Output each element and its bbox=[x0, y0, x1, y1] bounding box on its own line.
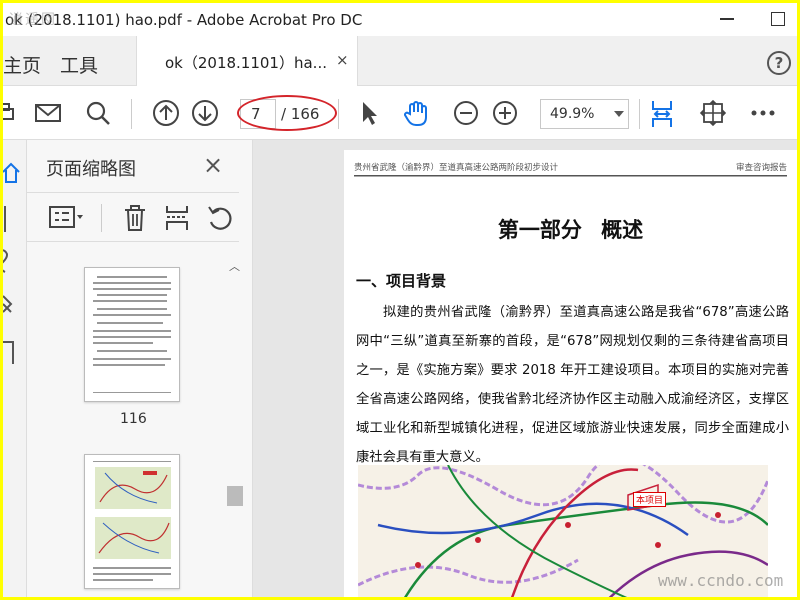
title-bar: ok (2018.1101) hao.pdf - Adobe Acrobat P… bbox=[3, 3, 797, 36]
help-icon[interactable]: ? bbox=[767, 51, 791, 75]
previous-page-icon[interactable] bbox=[152, 99, 180, 127]
extract-page-icon[interactable] bbox=[165, 204, 189, 236]
options-menu-icon[interactable] bbox=[49, 205, 85, 233]
section-title: 一、项目背景 bbox=[356, 272, 447, 290]
toolbar-separator bbox=[338, 99, 339, 129]
page-thumbnails-pane: 页面缩略图 × ︿ 116 bbox=[27, 140, 253, 597]
tab-document[interactable]: ok（2018.1101）ha... × bbox=[136, 36, 358, 86]
pane-title: 页面缩略图 bbox=[46, 159, 136, 180]
close-pane-icon[interactable]: × bbox=[203, 151, 223, 179]
zoom-in-icon[interactable] bbox=[491, 99, 519, 127]
next-page-icon[interactable] bbox=[191, 99, 219, 127]
page-header-left: 贵州省武隆（渝黔界）至道真高速公路两阶段初步设计 bbox=[354, 163, 559, 173]
body-paragraph: 拟建的贵州省武隆（渝黔界）至道真高速公路是我省“678”高速公路网中“三纵”道真… bbox=[356, 305, 789, 465]
app-window: ok (2018.1101) hao.pdf - Adobe Acrobat P… bbox=[3, 3, 797, 597]
annotation-ellipse bbox=[237, 95, 337, 131]
hand-tool-icon[interactable] bbox=[402, 99, 430, 127]
toolbar-separator bbox=[639, 99, 640, 129]
fit-page-icon[interactable] bbox=[699, 99, 727, 127]
thumbnail-page-number: 116 bbox=[120, 411, 147, 427]
watermark-bottom-right: www.ccndo.com bbox=[658, 571, 784, 590]
tab-document-label: ok（2018.1101）ha... bbox=[165, 54, 327, 72]
document-area: 贵州省武隆（渝黔界）至道真高速公路两阶段初步设计 审查咨询报告 第一部分 概述 … bbox=[253, 140, 797, 597]
zoom-out-icon[interactable] bbox=[452, 99, 480, 127]
window-title: ok (2018.1101) hao.pdf - Adobe Acrobat P… bbox=[5, 10, 363, 29]
delete-page-icon[interactable] bbox=[123, 204, 147, 236]
page-thumbnail[interactable] bbox=[84, 454, 180, 589]
more-options-icon[interactable] bbox=[749, 99, 777, 127]
toolbar-separator bbox=[131, 99, 132, 129]
tab-home[interactable]: 主页 bbox=[3, 51, 41, 78]
chevron-down-icon bbox=[614, 111, 624, 117]
rotate-page-icon[interactable] bbox=[207, 204, 233, 236]
tab-tools[interactable]: 工具 bbox=[60, 51, 98, 78]
scrollbar-thumb[interactable] bbox=[227, 486, 243, 506]
print-icon[interactable] bbox=[3, 99, 17, 127]
thumbnail-tools bbox=[27, 192, 239, 242]
pane-separator bbox=[101, 204, 102, 232]
pdf-page: 贵州省武隆（渝黔界）至道真高速公路两阶段初步设计 审查咨询报告 第一部分 概述 … bbox=[344, 150, 797, 597]
zoom-level-value: 49.9% bbox=[550, 106, 595, 122]
minimize-button[interactable] bbox=[715, 9, 739, 29]
email-icon[interactable] bbox=[34, 99, 62, 127]
layers-icon[interactable] bbox=[3, 295, 13, 313]
zoom-level-dropdown[interactable]: 49.9% bbox=[540, 99, 629, 129]
thumbnails-scrollbar[interactable]: ︿ bbox=[226, 250, 244, 597]
search-icon[interactable] bbox=[84, 99, 112, 127]
page-header-right: 审查咨询报告 bbox=[735, 163, 787, 173]
content-icon[interactable] bbox=[3, 341, 14, 364]
scroll-up-icon[interactable]: ︿ bbox=[229, 258, 240, 274]
header-divider bbox=[354, 175, 787, 177]
page-heading: 第一部分 概述 bbox=[497, 218, 644, 242]
watermark-top-left: 逍遥网 bbox=[9, 12, 57, 28]
attachments-icon[interactable] bbox=[3, 249, 8, 273]
tab-bar: 主页 工具 ok（2018.1101）ha... × ? bbox=[3, 36, 797, 86]
toolbar: 7 / 166 49.9% bbox=[3, 87, 797, 140]
page-thumbnail[interactable] bbox=[84, 267, 180, 402]
map-project-tag: 本项目 bbox=[633, 492, 667, 507]
navigation-strip bbox=[3, 140, 27, 597]
fit-width-icon[interactable] bbox=[648, 99, 676, 127]
select-cursor-icon[interactable] bbox=[355, 99, 383, 127]
close-tab-icon[interactable]: × bbox=[336, 51, 349, 69]
page-thumbnails-icon[interactable] bbox=[3, 162, 20, 183]
maximize-button[interactable] bbox=[765, 9, 789, 29]
